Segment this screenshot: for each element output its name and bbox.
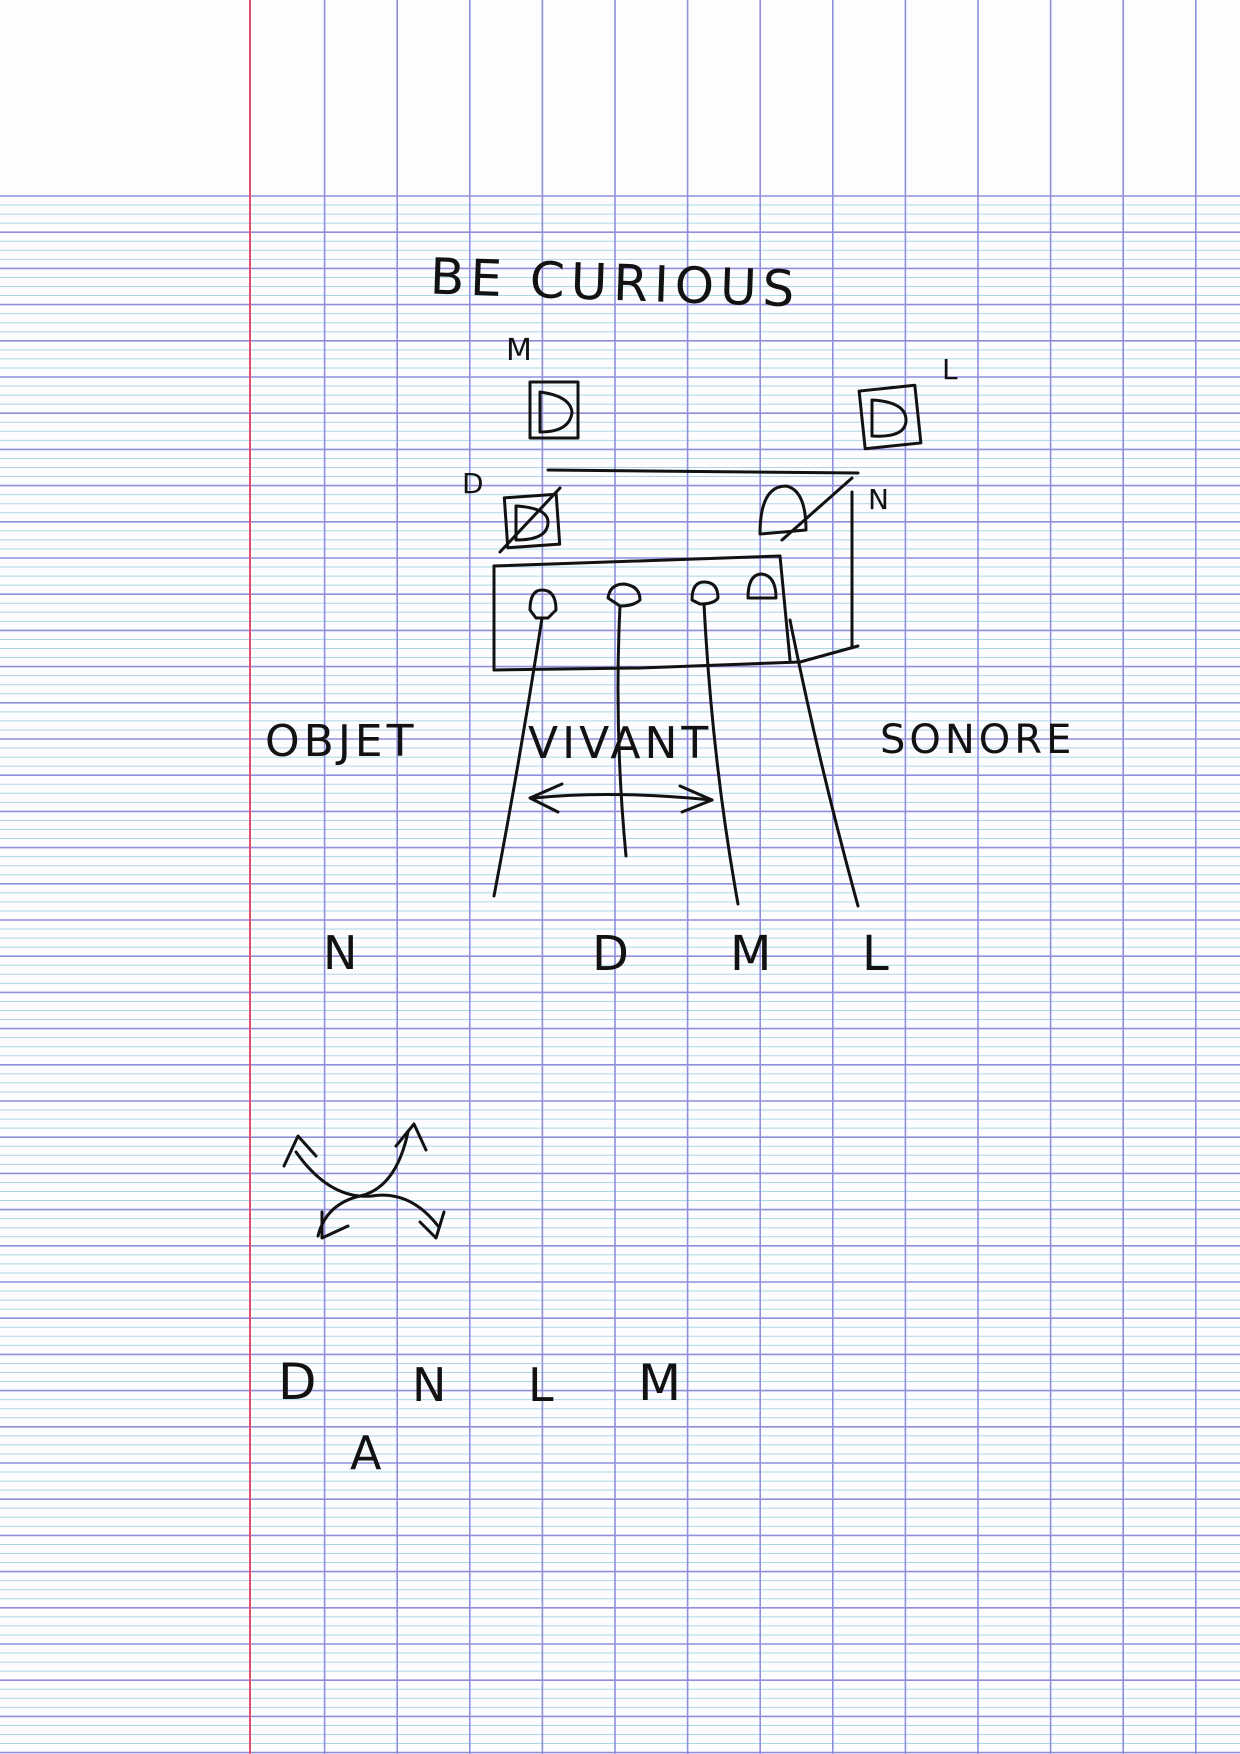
label-left-d: D [462, 467, 488, 500]
sequence-letter: L [528, 1358, 558, 1412]
word-vivant: VIVANT [528, 718, 713, 769]
notebook-page: BE CURIOUS M L D N OBJET VIVANT SONORE N… [0, 0, 1240, 1754]
label-right-n: N [868, 483, 893, 516]
output-letter: D [592, 926, 633, 982]
output-letter: L [862, 926, 893, 982]
output-letter: M [730, 926, 776, 982]
word-sonore: SONORE [880, 717, 1076, 763]
label-top-m: M [506, 333, 536, 368]
page-title: BE CURIOUS [429, 247, 802, 319]
sequence-letter: N [412, 1358, 451, 1412]
main-box [492, 554, 860, 672]
knobs [528, 572, 778, 620]
box-left [498, 486, 562, 554]
sequence-letter-below: A [350, 1426, 386, 1480]
speaker-right [758, 476, 854, 650]
word-objet: OBJET [265, 716, 418, 767]
sequence-letter: M [638, 1354, 686, 1412]
output-letter: N [323, 926, 362, 980]
table-back-edge [546, 468, 860, 475]
label-top-l: L [942, 353, 962, 386]
crossing-arrows-symbol [282, 1122, 446, 1240]
sequence-letter: D [278, 1353, 321, 1411]
box-top-left [528, 380, 580, 440]
box-top-right [857, 383, 923, 451]
